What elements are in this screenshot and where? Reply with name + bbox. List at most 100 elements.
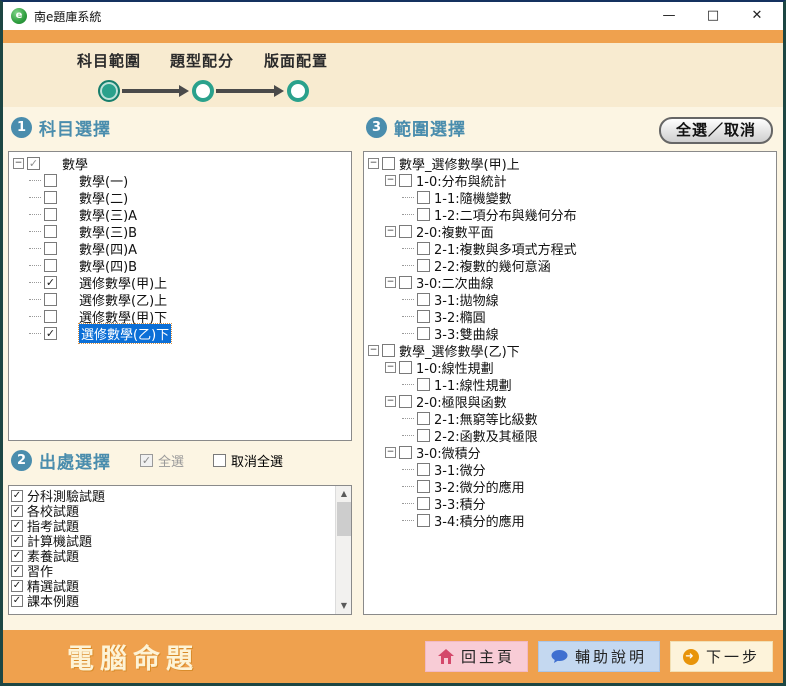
source-checkbox[interactable]: [11, 580, 23, 592]
tree-node[interactable]: 1-1:隨機變數: [368, 189, 776, 206]
tree-node[interactable]: 2-1:無窮等比級數: [368, 410, 776, 427]
close-icon[interactable]: ✕: [735, 2, 779, 30]
scrollbar[interactable]: ▲ ▼: [335, 486, 351, 614]
tree-node[interactable]: −數學_選修數學(甲)上: [368, 155, 776, 172]
source-list-item[interactable]: 素養試題: [11, 548, 351, 563]
tree-checkbox[interactable]: [44, 208, 57, 221]
tree-checkbox[interactable]: [417, 378, 430, 391]
select-all-checkbox-group[interactable]: 全選: [140, 451, 184, 470]
tree-checkbox[interactable]: [44, 259, 57, 272]
deselect-all-checkbox[interactable]: [213, 454, 226, 467]
tree-node[interactable]: 3-3:積分: [368, 495, 776, 512]
tree-node[interactable]: −數學: [13, 155, 351, 172]
tree-node[interactable]: −2-0:極限與函數: [368, 393, 776, 410]
collapse-expander-icon[interactable]: −: [385, 277, 396, 288]
step-node-icon[interactable]: [287, 80, 309, 102]
tree-checkbox[interactable]: [399, 446, 412, 459]
scrollbar-thumb[interactable]: [337, 502, 351, 536]
tree-checkbox[interactable]: [44, 327, 57, 340]
minimize-icon[interactable]: —: [647, 2, 691, 30]
tree-node[interactable]: 1-2:二項分布與幾何分布: [368, 206, 776, 223]
tree-node-label[interactable]: 3-4:積分的應用: [434, 511, 525, 530]
home-button[interactable]: 回主頁: [425, 641, 528, 672]
tree-checkbox[interactable]: [399, 276, 412, 289]
tree-node[interactable]: 數學(四)A: [13, 240, 351, 257]
source-checkbox[interactable]: [11, 490, 23, 502]
tree-node[interactable]: −1-0:分布與統計: [368, 172, 776, 189]
tree-node[interactable]: −1-0:線性規劃: [368, 359, 776, 376]
tree-checkbox[interactable]: [417, 480, 430, 493]
tree-checkbox[interactable]: [44, 276, 57, 289]
source-checkbox[interactable]: [11, 505, 23, 517]
tree-checkbox[interactable]: [417, 497, 430, 510]
tree-node[interactable]: 選修數學(甲)上: [13, 274, 351, 291]
collapse-expander-icon[interactable]: −: [385, 362, 396, 373]
tree-node[interactable]: 數學(四)B: [13, 257, 351, 274]
tree-checkbox[interactable]: [417, 259, 430, 272]
tree-node[interactable]: −2-0:複數平面: [368, 223, 776, 240]
tree-node[interactable]: −3-0:二次曲線: [368, 274, 776, 291]
tree-checkbox[interactable]: [382, 157, 395, 170]
tree-checkbox[interactable]: [417, 242, 430, 255]
tree-node[interactable]: 選修數學(乙)下: [13, 325, 351, 342]
tree-node[interactable]: 2-2:函數及其極限: [368, 427, 776, 444]
tree-checkbox[interactable]: [44, 310, 57, 323]
tree-node[interactable]: −數學_選修數學(乙)下: [368, 342, 776, 359]
tree-node[interactable]: 選修數學(乙)上: [13, 291, 351, 308]
select-all-checkbox[interactable]: [140, 454, 153, 467]
tree-checkbox[interactable]: [417, 463, 430, 476]
tree-node[interactable]: 1-1:線性規劃: [368, 376, 776, 393]
collapse-expander-icon[interactable]: −: [368, 158, 379, 169]
maximize-icon[interactable]: □: [691, 2, 735, 30]
tree-node[interactable]: 3-1:微分: [368, 461, 776, 478]
tree-checkbox[interactable]: [27, 157, 40, 170]
tree-checkbox[interactable]: [44, 293, 57, 306]
tree-checkbox[interactable]: [399, 361, 412, 374]
collapse-expander-icon[interactable]: −: [385, 396, 396, 407]
select-all-toggle-button[interactable]: 全選／取消: [659, 117, 773, 144]
tree-checkbox[interactable]: [417, 208, 430, 221]
tree-checkbox[interactable]: [44, 191, 57, 204]
collapse-expander-icon[interactable]: −: [385, 226, 396, 237]
tree-checkbox[interactable]: [417, 514, 430, 527]
tree-node[interactable]: 2-2:複數的幾何意涵: [368, 257, 776, 274]
tree-node[interactable]: 2-1:複數與多項式方程式: [368, 240, 776, 257]
tree-node[interactable]: 3-4:積分的應用: [368, 512, 776, 529]
collapse-expander-icon[interactable]: −: [368, 345, 379, 356]
tree-checkbox[interactable]: [417, 310, 430, 323]
tree-checkbox[interactable]: [399, 395, 412, 408]
tree-checkbox[interactable]: [417, 429, 430, 442]
tree-node[interactable]: 3-1:拋物線: [368, 291, 776, 308]
tree-node[interactable]: 數學(三)B: [13, 223, 351, 240]
source-checkbox[interactable]: [11, 595, 23, 607]
collapse-expander-icon[interactable]: −: [385, 175, 396, 186]
scroll-down-icon[interactable]: ▼: [336, 598, 352, 614]
tree-checkbox[interactable]: [399, 225, 412, 238]
tree-node[interactable]: 選修數學(甲)下: [13, 308, 351, 325]
source-checkbox[interactable]: [11, 565, 23, 577]
tree-node-label[interactable]: 選修數學(乙)下: [79, 324, 171, 343]
source-checkbox[interactable]: [11, 520, 23, 532]
tree-node[interactable]: 3-2:微分的應用: [368, 478, 776, 495]
tree-node[interactable]: 3-3:雙曲線: [368, 325, 776, 342]
tree-checkbox[interactable]: [44, 174, 57, 187]
help-button[interactable]: 輔助說明: [538, 641, 660, 672]
tree-checkbox[interactable]: [417, 293, 430, 306]
tree-node[interactable]: 3-2:橢圓: [368, 308, 776, 325]
source-list-item[interactable]: 課本例題: [11, 593, 351, 608]
tree-node[interactable]: 數學(三)A: [13, 206, 351, 223]
source-checkbox[interactable]: [11, 550, 23, 562]
collapse-expander-icon[interactable]: −: [13, 158, 24, 169]
source-checkbox[interactable]: [11, 535, 23, 547]
tree-checkbox[interactable]: [417, 191, 430, 204]
source-item-label[interactable]: 課本例題: [27, 591, 79, 610]
next-step-button[interactable]: ➜ 下一步: [670, 641, 773, 672]
tree-node[interactable]: 數學(一): [13, 172, 351, 189]
deselect-all-checkbox-group[interactable]: 取消全選: [213, 451, 283, 470]
tree-checkbox[interactable]: [44, 225, 57, 238]
tree-checkbox[interactable]: [382, 344, 395, 357]
tree-checkbox[interactable]: [417, 412, 430, 425]
step-node-active-icon[interactable]: [98, 80, 120, 102]
tree-checkbox[interactable]: [44, 242, 57, 255]
tree-node[interactable]: −3-0:微積分: [368, 444, 776, 461]
